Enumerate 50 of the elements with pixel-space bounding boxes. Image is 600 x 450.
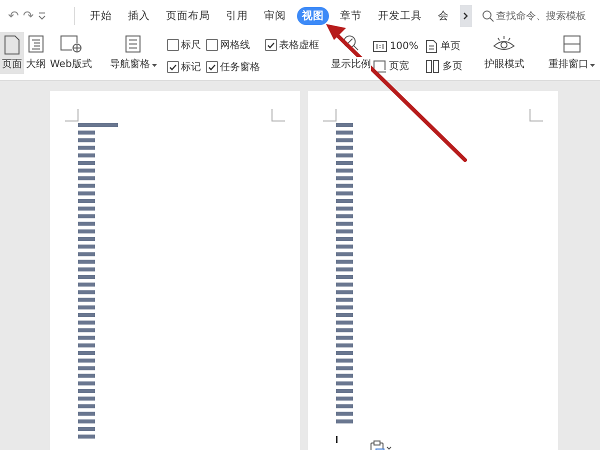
view-mode-button[interactable]: 页面 xyxy=(0,32,24,74)
ribbon-tab[interactable]: 开始 xyxy=(85,7,117,25)
ribbon-tab[interactable]: 插入 xyxy=(123,7,155,25)
margin-corner-mark xyxy=(322,108,336,122)
list-icon xyxy=(28,35,44,53)
stacked-windows-icon xyxy=(562,35,581,53)
option-checkbox[interactable]: 网格线 xyxy=(206,38,260,52)
chevron-right-icon xyxy=(463,12,469,20)
zoom-option-button[interactable]: 页宽 xyxy=(372,59,418,73)
margin-corner-mark xyxy=(530,108,544,122)
zoom-option-button[interactable]: 多页 xyxy=(426,59,462,73)
globe-page-icon xyxy=(60,35,82,53)
magnifier-percent-icon xyxy=(342,35,359,51)
option-checkbox[interactable]: 标记 xyxy=(166,60,201,74)
zoom-option-button[interactable]: 单页 xyxy=(426,39,462,53)
zoom-option-button[interactable]: 100% xyxy=(372,39,418,53)
customize-icon[interactable] xyxy=(38,12,46,20)
eye-icon xyxy=(493,35,516,51)
redo-icon[interactable]: ↷ xyxy=(22,8,34,24)
ribbon-tab[interactable]: 引用 xyxy=(221,7,253,25)
caret-icon xyxy=(152,64,157,67)
check-icon xyxy=(266,42,275,48)
ribbon-tab[interactable]: 审阅 xyxy=(259,7,291,25)
eye-mode-button[interactable]: 护眼模式 xyxy=(476,32,532,74)
check-icon xyxy=(208,64,216,70)
ribbon-tab[interactable]: 开发工具 xyxy=(373,7,427,25)
one-to-one-icon xyxy=(372,40,387,52)
margin-corner-mark xyxy=(272,108,286,122)
text-cursor xyxy=(336,436,338,443)
page-width-icon xyxy=(372,60,386,72)
option-checkbox[interactable]: 任务窗格 xyxy=(206,60,260,74)
ribbon-tab[interactable]: 会 xyxy=(433,7,454,25)
ribbon-tab[interactable]: 章节 xyxy=(335,7,367,25)
undo-icon[interactable]: ↶ xyxy=(8,8,19,24)
list-icon xyxy=(125,35,142,53)
view-mode-button[interactable]: Web版式 xyxy=(48,32,94,74)
search-icon xyxy=(482,10,494,22)
scroll-right-button[interactable] xyxy=(460,5,472,27)
check-icon xyxy=(168,64,177,70)
caret-icon xyxy=(590,64,596,67)
page-icon xyxy=(4,35,20,55)
page-icon xyxy=(426,40,438,52)
option-checkbox[interactable]: 表格虚框 xyxy=(264,38,319,52)
view-mode-button[interactable]: 大纲 xyxy=(24,32,48,74)
margin-corner-mark xyxy=(64,108,78,122)
rearrange-windows-button[interactable]: 重排窗口 xyxy=(540,32,600,74)
option-checkbox[interactable]: 标尺 xyxy=(166,38,201,52)
navigation-pane-button[interactable]: 导航窗格 xyxy=(102,32,165,74)
ribbon-tab[interactable]: 页面布局 xyxy=(161,7,215,25)
two-pages-icon xyxy=(426,60,440,72)
